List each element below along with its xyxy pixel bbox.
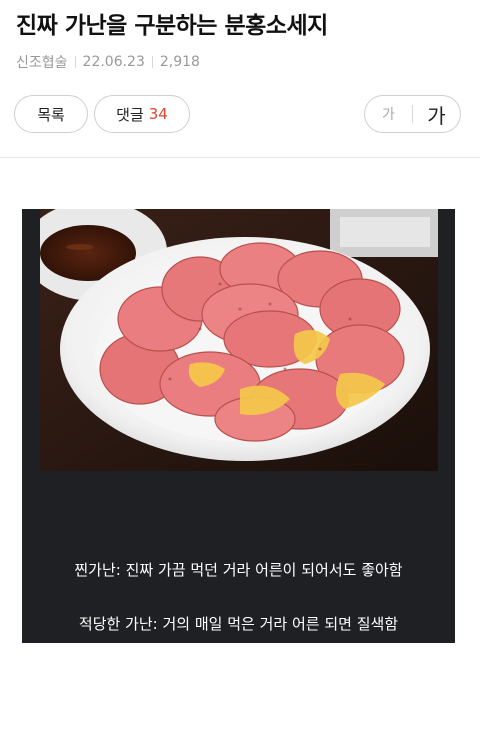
font-size-decrease-button[interactable]: 가 [365, 96, 412, 132]
image-caption-moderate-poverty: 적당한 가난: 거의 매일 먹은 거라 어른 되면 질색함 [78, 615, 399, 633]
list-button[interactable]: 목록 [14, 95, 88, 133]
view-count: 2,918 [159, 54, 200, 70]
post-meta: 신조협술 22.06.23 2,918 [16, 52, 200, 72]
comments-button-label: 댓글 [116, 105, 144, 124]
comments-button[interactable]: 댓글 34 [94, 95, 190, 133]
sausage-photo [40, 209, 438, 471]
post-page: 진짜 가난을 구분하는 분홍소세지 신조협술 22.06.23 2,918 목록… [0, 0, 480, 756]
list-button-label: 목록 [37, 105, 65, 124]
comments-count: 34 [148, 105, 168, 123]
font-size-increase-button[interactable]: 가 [413, 96, 460, 132]
meta-divider [74, 56, 76, 68]
sausage-plate-illustration [40, 209, 438, 471]
author-name[interactable]: 신조협술 [16, 52, 68, 72]
font-size-control: 가 가 [364, 95, 461, 133]
meta-divider [151, 56, 153, 68]
font-size-large-label: 가 [427, 103, 446, 128]
post-date: 22.06.23 [82, 54, 145, 70]
image-caption-real-poverty: 찐가난: 진짜 가끔 먹던 거라 어른이 되어서도 좋아함 [74, 561, 403, 579]
font-size-small-label: 가 [382, 107, 395, 123]
post-image: 찐가난: 진짜 가끔 먹던 거라 어른이 되어서도 좋아함 적당한 가난: 거의… [22, 209, 455, 643]
header-divider [0, 157, 480, 158]
post-title: 진짜 가난을 구분하는 분홍소세지 [16, 13, 328, 39]
